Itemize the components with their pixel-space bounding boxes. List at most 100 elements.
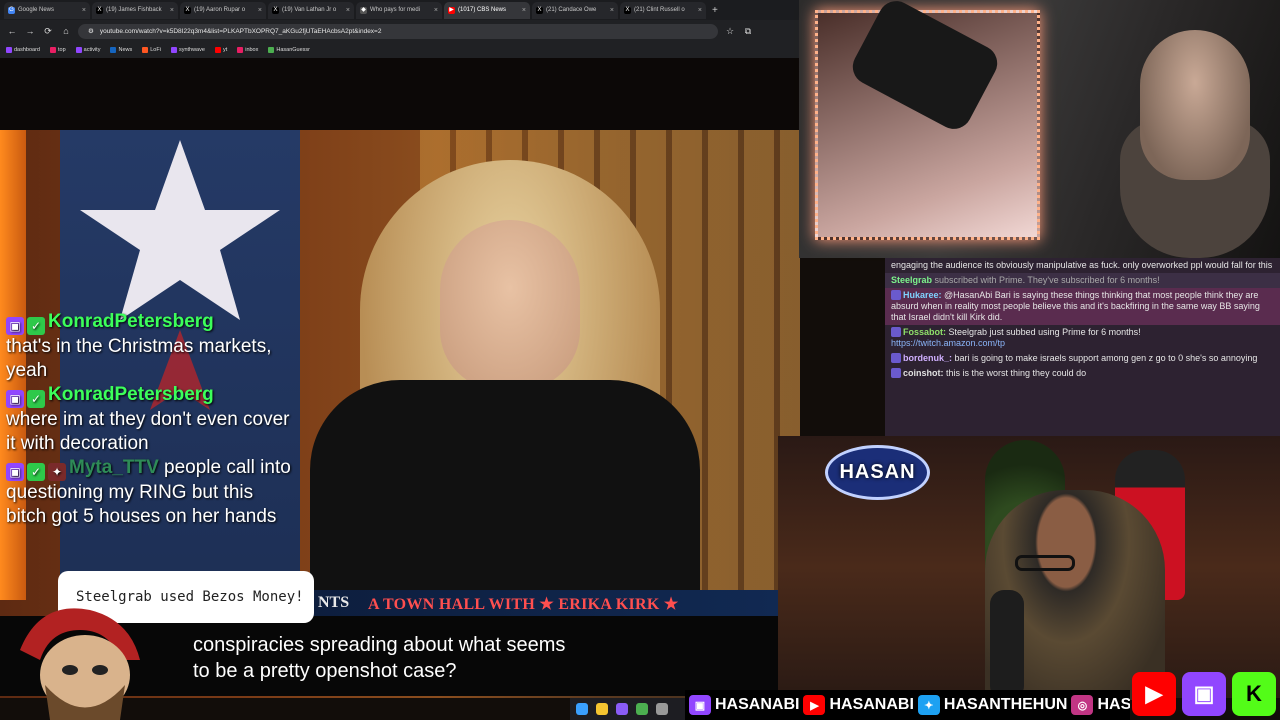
tab-close-icon[interactable]: × [698,7,702,14]
chat-badge-icon [891,353,901,363]
home-icon[interactable]: ⌂ [60,26,72,36]
chat-text: Steelgrab just subbed using Prime for 6 … [948,327,1141,337]
chat-line: Hukaree: @HasanAbi Bari is saying these … [885,288,1280,325]
reload-icon[interactable]: ⟳ [42,26,54,37]
tab-close-icon[interactable]: × [346,7,350,14]
site-info-icon[interactable]: ⚙ [88,27,94,35]
bookmark-icon [110,46,117,53]
chat-line: Steelgrab subscribed with Prime. They've… [885,273,1280,288]
bookmark-icon [142,46,149,53]
forward-icon[interactable]: → [24,26,36,36]
youtube-icon: ▶ [803,695,826,715]
chat-line: coinshot: this is the worst thing they c… [885,366,1280,381]
chat-overlay: ▣ ✓ KonradPetersberg that's in the Christma… [6,310,296,529]
chat-username: KonradPetersberg [48,384,214,405]
lower-third-left: NTS [318,594,350,611]
bookmark-item[interactable]: top [50,46,66,53]
tab-close-icon[interactable]: × [170,7,174,14]
twitter-icon: ✦ [917,695,940,715]
subscriber-badge-icon: ▣ [6,463,24,481]
social-handle: HASANABI [1097,696,1130,713]
extensions-icon[interactable]: ⧉ [742,26,754,37]
bookmark-item[interactable]: inbox [237,46,259,53]
chat-text: engaging the audience its obviously mani… [891,260,1273,270]
bookmark-icon [237,46,244,53]
tab-close-icon[interactable]: × [258,7,262,14]
bookmark-icon [6,46,12,53]
chat-username: Fossabot: [903,327,947,337]
bookmark-item[interactable]: dashboard [6,46,40,53]
bookmark-label: synthwave [178,46,205,53]
bookmark-icon [214,46,221,53]
bookmark-label: inbox [245,46,259,53]
chat-badge-icon [891,368,901,378]
chat-text: @HasanAbi Bari is saying these things th… [891,290,1260,322]
chat-link[interactable]: https://twitch.amazon.com/tp [891,338,1005,348]
tab-label: (19) James Fishback [106,7,162,13]
browser-tab[interactable]: X (19) Aaron Rupar o × [180,1,266,19]
caption-line-1: conspiracies spreading about what seems [193,634,566,656]
tab-close-icon[interactable]: × [82,7,86,14]
tab-favicon-icon: X [96,6,103,14]
chat-text: subscribed with Prime. They've subscribe… [934,275,1160,285]
address-row: ← → ⟳ ⌂ ⚙ youtube.com/watch?v=k5D8I22q3m… [0,21,800,41]
bookmark-label: LoFi [150,46,161,53]
glasses-icon [1015,555,1075,571]
browser-tab[interactable]: ▶ (1017) CBS News × [444,1,530,19]
file-explorer-icon[interactable] [596,703,608,715]
browser-tab[interactable]: ◆ Who pays for medi × [356,1,442,19]
browser-tab[interactable]: X (21) Clint Russell o × [620,1,706,19]
url-text: youtube.com/watch?v=k5D8I22q3m4&list=PLK… [99,27,382,35]
settings-icon[interactable] [656,703,668,715]
social-bar: ▣HASANABI▶HASANABI✦HASANTHEHUN◎HASANABI [685,690,1130,720]
chat-username: KonradPetersberg [48,311,214,332]
tab-favicon-icon: X [624,6,631,14]
host-face [440,220,580,390]
back-icon[interactable]: ← [6,26,18,36]
bookmark-label: News [118,46,133,53]
webcam-person-head [1140,30,1250,180]
twitch-icon: ▣ [1182,672,1226,716]
bookmark-label: activity [83,46,101,53]
tab-favicon-icon: X [536,6,543,14]
tab-label: (21) Clint Russell o [634,7,685,13]
new-tab-icon[interactable]: + [712,5,718,16]
bookmark-item[interactable]: LoFi [142,46,161,53]
tab-favicon-icon: ▶ [448,6,455,14]
chrome-icon[interactable] [636,703,648,715]
chat-username: Hukaree: [903,290,942,300]
tab-label: (1017) CBS News [458,7,507,13]
bookmark-icon [268,46,275,53]
chat-text: that's in the Christmas markets, yeah [6,336,272,381]
bookmark-item[interactable]: activity [75,46,101,53]
chat-username: Steelgrab [891,275,933,285]
chat-username: coinshot: [903,368,944,378]
bookmark-item[interactable]: HasanGuessr [268,46,310,53]
instagram-icon: ◎ [1071,695,1094,715]
bookmark-item[interactable]: yt [214,46,227,53]
video-letterbox [0,58,800,130]
tab-favicon-icon: X [272,6,279,14]
hasan-sign: HASAN [825,445,930,500]
bookmark-star-icon[interactable]: ☆ [724,26,736,37]
bookmark-item[interactable]: News [110,46,133,53]
browser-tab[interactable]: X (19) James Fishback × [92,1,178,19]
browser-tab[interactable]: X (19) Van Lathan Jr o × [268,1,354,19]
url-bar[interactable]: ⚙ youtube.com/watch?v=k5D8I22q3m4&list=P… [78,23,718,39]
chat-username: Myta_TTV [69,457,159,478]
tab-label: Who pays for medi [370,7,421,13]
tab-close-icon[interactable]: × [434,7,438,14]
browser-tab[interactable]: X (21) Candace Owe × [532,1,618,19]
bookmark-item[interactable]: synthwave [170,46,205,53]
app-icon[interactable] [616,703,628,715]
chat-line: bordenuk_: bari is going to make israels… [885,351,1280,366]
chat-line: engaging the audience its obviously mani… [885,258,1280,273]
bookmark-label: top [58,46,66,53]
prime-badge-icon: ✓ [27,390,45,408]
social-handle: HASANTHEHUN [943,696,1068,713]
browser-tab[interactable]: G Google News × [4,1,90,19]
tab-close-icon[interactable]: × [610,7,614,14]
tab-close-icon[interactable]: × [522,7,526,14]
bookmark-icon [75,46,82,53]
windows-start-icon[interactable] [576,703,588,715]
